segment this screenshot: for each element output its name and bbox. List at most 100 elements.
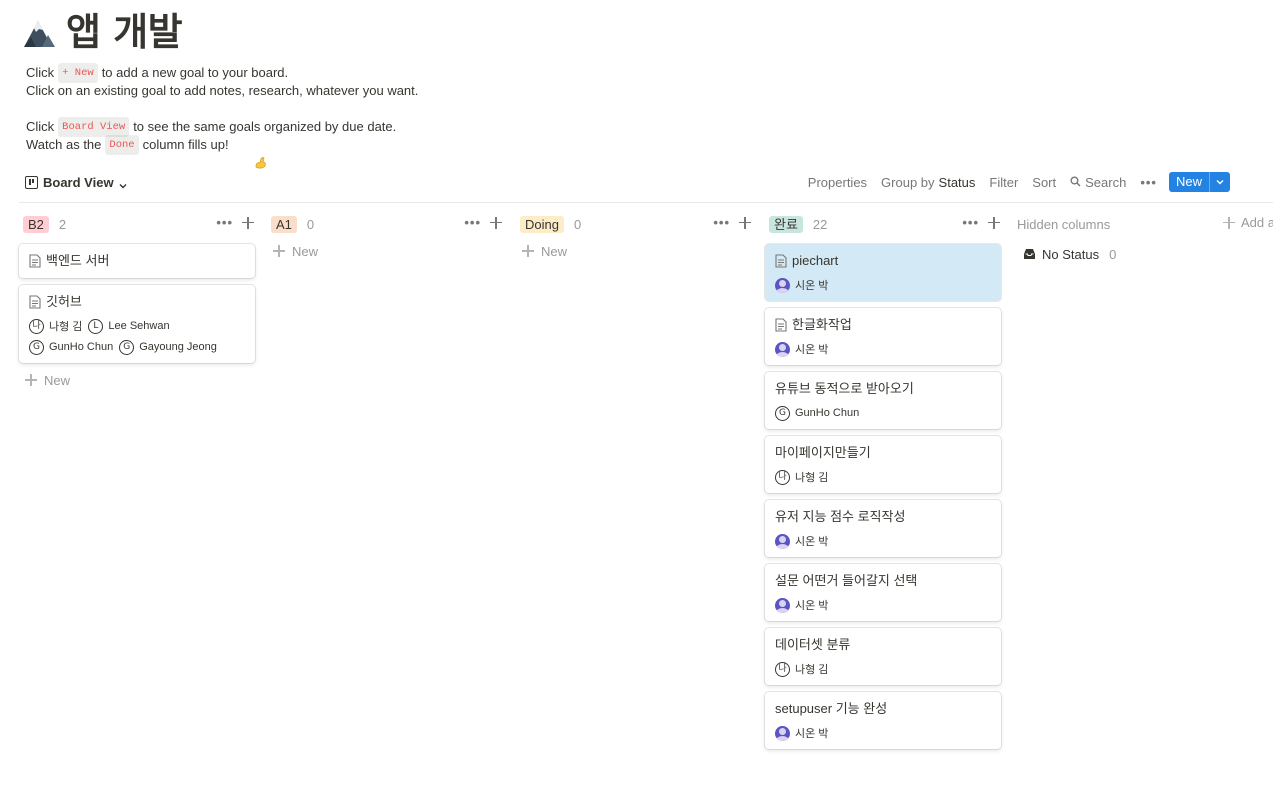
sort-button[interactable]: Sort [1032, 175, 1056, 190]
add-card-plus-icon[interactable] [738, 216, 752, 230]
chevron-down-icon [119, 178, 127, 189]
new-button[interactable]: New [1169, 172, 1209, 192]
group-by-button[interactable]: Group by Status [881, 175, 975, 190]
avatar [775, 533, 790, 549]
column-more-icon[interactable]: ••• [962, 215, 979, 230]
column-count: 0 [573, 216, 582, 232]
board-card[interactable]: setupuser 기능 완성 시온 박 [765, 692, 1001, 749]
board-card[interactable]: 마이페이지만들기나 나형 김 [765, 436, 1001, 493]
add-group-button[interactable]: Add a [1222, 215, 1273, 230]
search-label: Search [1085, 174, 1127, 190]
avatar: G [119, 339, 135, 355]
assignee-name: GunHo Chun [795, 407, 860, 419]
avatar: 나 [775, 469, 790, 485]
plus-icon [1222, 216, 1236, 230]
card-title: piechart [775, 252, 991, 270]
column-more-icon[interactable]: ••• [464, 215, 481, 230]
more-options-button[interactable]: ••• [1140, 175, 1157, 190]
card-title: setupuser 기능 완성 [775, 700, 991, 718]
card-assignees: 나 나형 김 [775, 469, 991, 485]
card-assignees: 시온 박 [775, 341, 991, 357]
filter-button[interactable]: Filter [989, 175, 1018, 190]
card-title-text: 한글화작업 [792, 317, 852, 332]
assignee-name: 시온 박 [795, 536, 829, 548]
plus-icon [24, 373, 38, 387]
card-assignees: 나 나형 김 [775, 661, 991, 677]
card-title-text: 백엔드 서버 [46, 253, 110, 268]
add-card-plus-icon[interactable] [241, 216, 255, 230]
hidden-column-no-status[interactable]: No Status 0 [1017, 244, 1273, 264]
card-title: 유저 지능 점수 로직작성 [775, 508, 991, 526]
new-dropdown-button[interactable] [1209, 172, 1230, 192]
assignee: 나 나형 김 [775, 469, 828, 485]
inbox-icon [1023, 248, 1036, 260]
assignee-name: 시온 박 [795, 280, 829, 292]
hidden-columns-header: Hidden columns Add a [1017, 212, 1273, 236]
board-column: 완료 22 ••• piechart 시온 박 한글화작업 시온 박 유튜브 동적으로 받아오… [765, 212, 1001, 756]
column-more-icon[interactable]: ••• [216, 215, 233, 230]
assignee: 나 나형 김 [29, 318, 82, 334]
column-actions: ••• [713, 215, 752, 230]
board-card[interactable]: 백엔드 서버 [19, 244, 255, 278]
board-card[interactable]: piechart 시온 박 [765, 244, 1001, 301]
hidden-columns-label: Hidden columns [1017, 216, 1111, 232]
add-card-plus-icon[interactable] [489, 216, 503, 230]
group-by-value: Status [938, 174, 976, 190]
column-count: 22 [812, 216, 828, 232]
description-line: Watch as the Done column fills up! [26, 135, 418, 169]
plus-icon [272, 244, 286, 258]
board-card[interactable]: 유튜브 동적으로 받아오기 G GunHo Chun [765, 372, 1001, 429]
assignee-name: Gayoung Jeong [139, 341, 217, 353]
description-text: to see the same goals organized by due d… [133, 119, 397, 134]
assignee: 나 나형 김 [775, 661, 828, 677]
status-tag[interactable]: B2 [23, 215, 49, 233]
card-title-text: 깃허브 [46, 294, 82, 309]
card-list: piechart 시온 박 한글화작업 시온 박 유튜브 동적으로 받아오기 G GunHo… [765, 244, 1001, 749]
avatar: 나 [29, 318, 44, 334]
assignee: 시온 박 [775, 597, 828, 613]
avatar [775, 277, 790, 293]
avatar: L [88, 318, 104, 334]
add-new-card-button[interactable]: New [267, 241, 503, 261]
view-switcher[interactable]: Board View [25, 173, 127, 191]
card-assignees: 시온 박 [775, 533, 991, 549]
column-header: Doing 0 ••• [516, 212, 752, 236]
card-title-text: 마이페이지만들기 [775, 445, 871, 460]
document-icon [29, 254, 41, 268]
database-toolbar: Board View Properties Group by Status Fi… [19, 170, 1273, 203]
add-new-card-button[interactable]: New [516, 241, 752, 261]
status-tag[interactable]: A1 [271, 215, 297, 233]
column-more-icon[interactable]: ••• [713, 215, 730, 230]
avatar: G [775, 405, 790, 421]
add-new-card-button[interactable]: New [19, 370, 255, 390]
board-card[interactable]: 설문 어떤거 들어갈지 선택 시온 박 [765, 564, 1001, 621]
inline-code: Done [105, 135, 139, 155]
description-text: Click on an existing goal to add notes, … [26, 83, 419, 98]
view-label: Board View [43, 174, 114, 190]
card-title-text: 유튜브 동적으로 받아오기 [775, 381, 914, 396]
board-card[interactable]: 깃허브 나 나형 김 L Lee Sehwan G GunHo Chun G Gayoung J… [19, 285, 255, 363]
page-title[interactable]: 앱 개발 [66, 10, 183, 54]
board-card[interactable]: 유저 지능 점수 로직작성시온 박 [765, 500, 1001, 557]
new-card-label: New [541, 243, 568, 259]
new-card-label: New [292, 243, 319, 259]
board-view-icon [25, 175, 38, 189]
filter-label: Filter [989, 174, 1019, 190]
description-text: Click [26, 65, 55, 80]
properties-button[interactable]: Properties [808, 175, 867, 190]
card-title: 백엔드 서버 [29, 252, 245, 270]
toolbar-actions: Properties Group by Status Filter Sort S… [794, 172, 1230, 192]
status-tag[interactable]: 완료 [769, 215, 803, 233]
page-description: Click + New to add a new goal to your bo… [26, 63, 419, 169]
new-button-group: New [1168, 172, 1230, 192]
card-title: 유튜브 동적으로 받아오기 [775, 380, 991, 398]
assignee: L Lee Sehwan [88, 318, 170, 334]
search-button[interactable]: Search [1070, 175, 1126, 190]
avatar: 나 [775, 661, 790, 677]
board-card[interactable]: 한글화작업시온 박 [765, 308, 1001, 365]
status-tag[interactable]: Doing [520, 215, 564, 233]
mountain-icon[interactable] [22, 15, 56, 49]
board-card[interactable]: 데이터셋 분류 나 나형 김 [765, 628, 1001, 685]
add-card-plus-icon[interactable] [987, 216, 1001, 230]
